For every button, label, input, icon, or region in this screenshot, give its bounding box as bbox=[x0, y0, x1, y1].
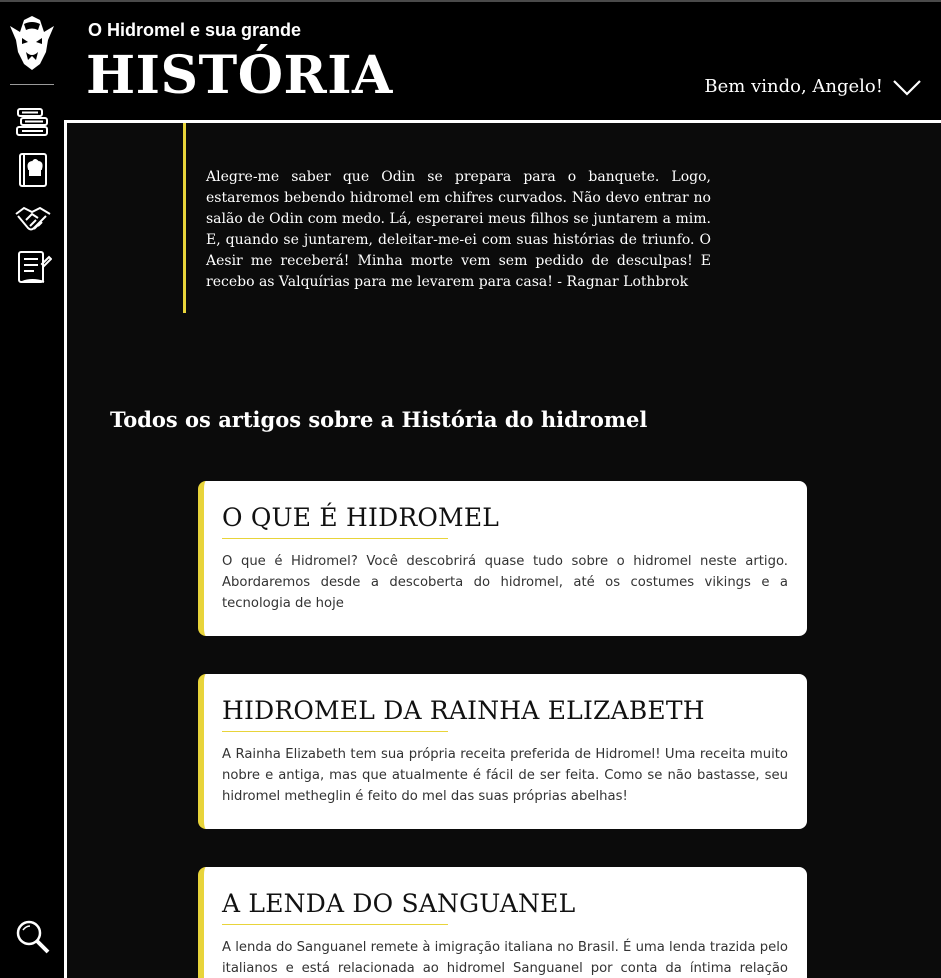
article-card[interactable]: HIDROMEL DA RAINHA ELIZABETH A Rainha El… bbox=[198, 674, 807, 829]
main-content: Alegre-me saber que Odin se prepara para… bbox=[64, 120, 941, 978]
ragnar-quote: Alegre-me saber que Odin se prepara para… bbox=[183, 123, 711, 313]
magnifier-icon[interactable] bbox=[14, 918, 52, 956]
article-title: A LENDA DO SANGUANEL bbox=[222, 889, 576, 918]
chef-book-icon[interactable] bbox=[14, 151, 52, 189]
article-title: HIDROMEL DA RAINHA ELIZABETH bbox=[222, 696, 705, 725]
quote-text: Alegre-me saber que Odin se prepara para… bbox=[206, 169, 711, 290]
page-header: O Hidromel e sua grande HISTÓRIA Bem vin… bbox=[64, 2, 941, 120]
chevron-down-icon[interactable] bbox=[891, 76, 923, 98]
article-card[interactable]: A LENDA DO SANGUANEL A lenda do Sanguane… bbox=[198, 867, 807, 978]
page-subtitle: O Hidromel e sua grande bbox=[88, 20, 302, 40]
sidebar bbox=[0, 2, 64, 978]
article-summary: A lenda do Sanguanel remete à imigração … bbox=[222, 940, 788, 976]
article-title-underline bbox=[222, 538, 448, 539]
article-title-underline bbox=[222, 731, 448, 732]
notes-icon[interactable] bbox=[14, 248, 53, 286]
article-summary: A Rainha Elizabeth tem sua própria recei… bbox=[222, 747, 788, 804]
books-icon[interactable] bbox=[14, 104, 52, 142]
sidebar-divider bbox=[10, 84, 54, 85]
section-title: Todos os artigos sobre a História do hid… bbox=[110, 407, 648, 432]
article-title-underline bbox=[222, 924, 448, 925]
welcome-message: Bem vindo, Angelo! bbox=[704, 76, 883, 97]
page-title: HISTÓRIA bbox=[86, 45, 393, 106]
article-card[interactable]: O QUE É HIDROMEL O que é Hidromel? Você … bbox=[198, 481, 807, 636]
handshake-icon[interactable] bbox=[14, 200, 52, 238]
viking-logo-icon[interactable] bbox=[6, 12, 58, 72]
article-title: O QUE É HIDROMEL bbox=[222, 503, 500, 532]
article-summary: O que é Hidromel? Você descobrirá quase … bbox=[222, 554, 788, 611]
